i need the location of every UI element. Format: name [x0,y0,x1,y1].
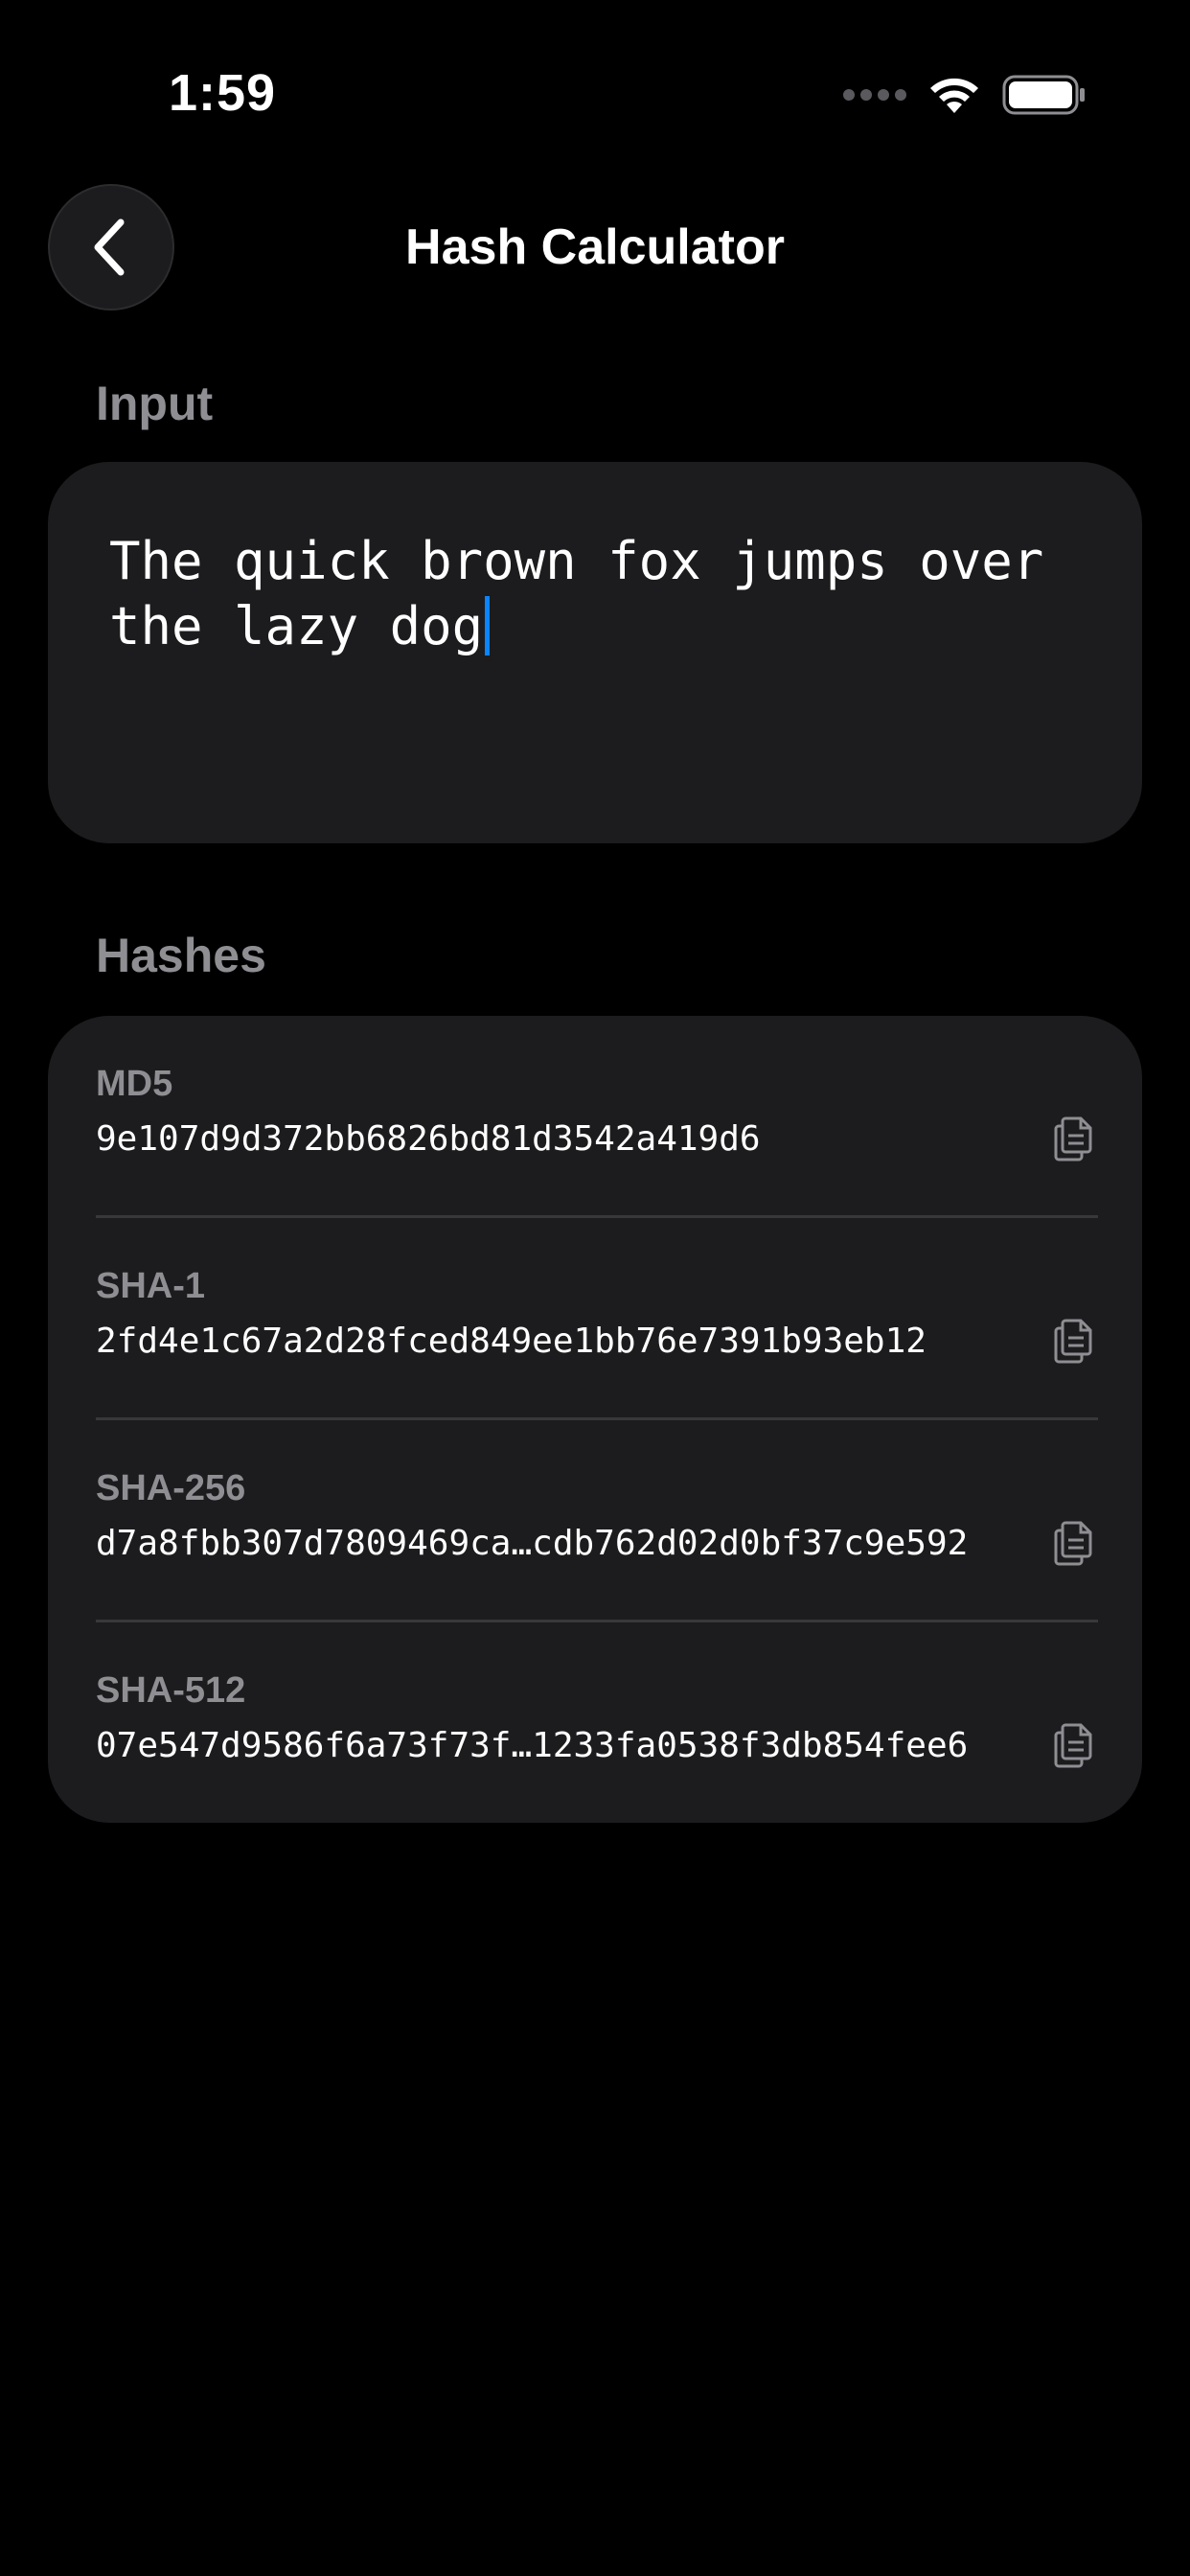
hash-value: 07e547d9586f6a73f73f…1233fa0538f3db854fe… [96,1726,969,1765]
copy-md5-button[interactable] [1048,1114,1098,1163]
hash-row-sha256: SHA-256 d7a8fbb307d7809469ca…cdb762d02d0… [48,1420,1142,1622]
status-time: 1:59 [169,64,277,122]
text-caret [485,596,491,656]
status-icons [843,73,1087,117]
battery-icon [1002,75,1085,115]
hash-row-sha512: SHA-512 07e547d9586f6a73f73f…1233fa0538f… [48,1622,1142,1823]
hash-algorithm-label: SHA-1 [96,1266,206,1306]
hash-row-sha1: SHA-1 2fd4e1c67a2d28fced849ee1bb76e7391b… [48,1218,1142,1420]
input-section-label: Input [96,377,214,430]
input-text-area[interactable]: The quick brown fox jumps over the lazy … [48,462,1142,843]
copy-sha256-button[interactable] [1048,1518,1098,1568]
hash-algorithm-label: SHA-256 [96,1468,246,1508]
hash-value: 9e107d9d372bb6826bd81d3542a419d6 [96,1119,761,1159]
hash-value: d7a8fbb307d7809469ca…cdb762d02d0bf37c9e5… [96,1524,969,1563]
page-title: Hash Calculator [405,219,785,275]
hashes-list: MD5 9e107d9d372bb6826bd81d3542a419d6 SHA… [48,1016,1142,1823]
status-bar: 1:59 [0,0,1190,144]
hash-value: 2fd4e1c67a2d28fced849ee1bb76e7391b93eb12 [96,1322,927,1361]
input-text-value[interactable]: The quick brown fox jumps over the lazy … [109,531,1075,656]
wifi-icon [930,78,978,113]
copy-icon [1054,1521,1092,1566]
copy-sha1-button[interactable] [1048,1316,1098,1366]
hashes-section-label: Hashes [96,929,266,982]
cellular-signal-icon [843,89,906,101]
hash-row-md5: MD5 9e107d9d372bb6826bd81d3542a419d6 [48,1016,1142,1218]
copy-icon [1054,1116,1092,1162]
hash-algorithm-label: MD5 [96,1064,173,1104]
copy-sha512-button[interactable] [1048,1720,1098,1770]
hash-algorithm-label: SHA-512 [96,1670,246,1711]
copy-icon [1054,1723,1092,1768]
copy-icon [1054,1319,1092,1364]
